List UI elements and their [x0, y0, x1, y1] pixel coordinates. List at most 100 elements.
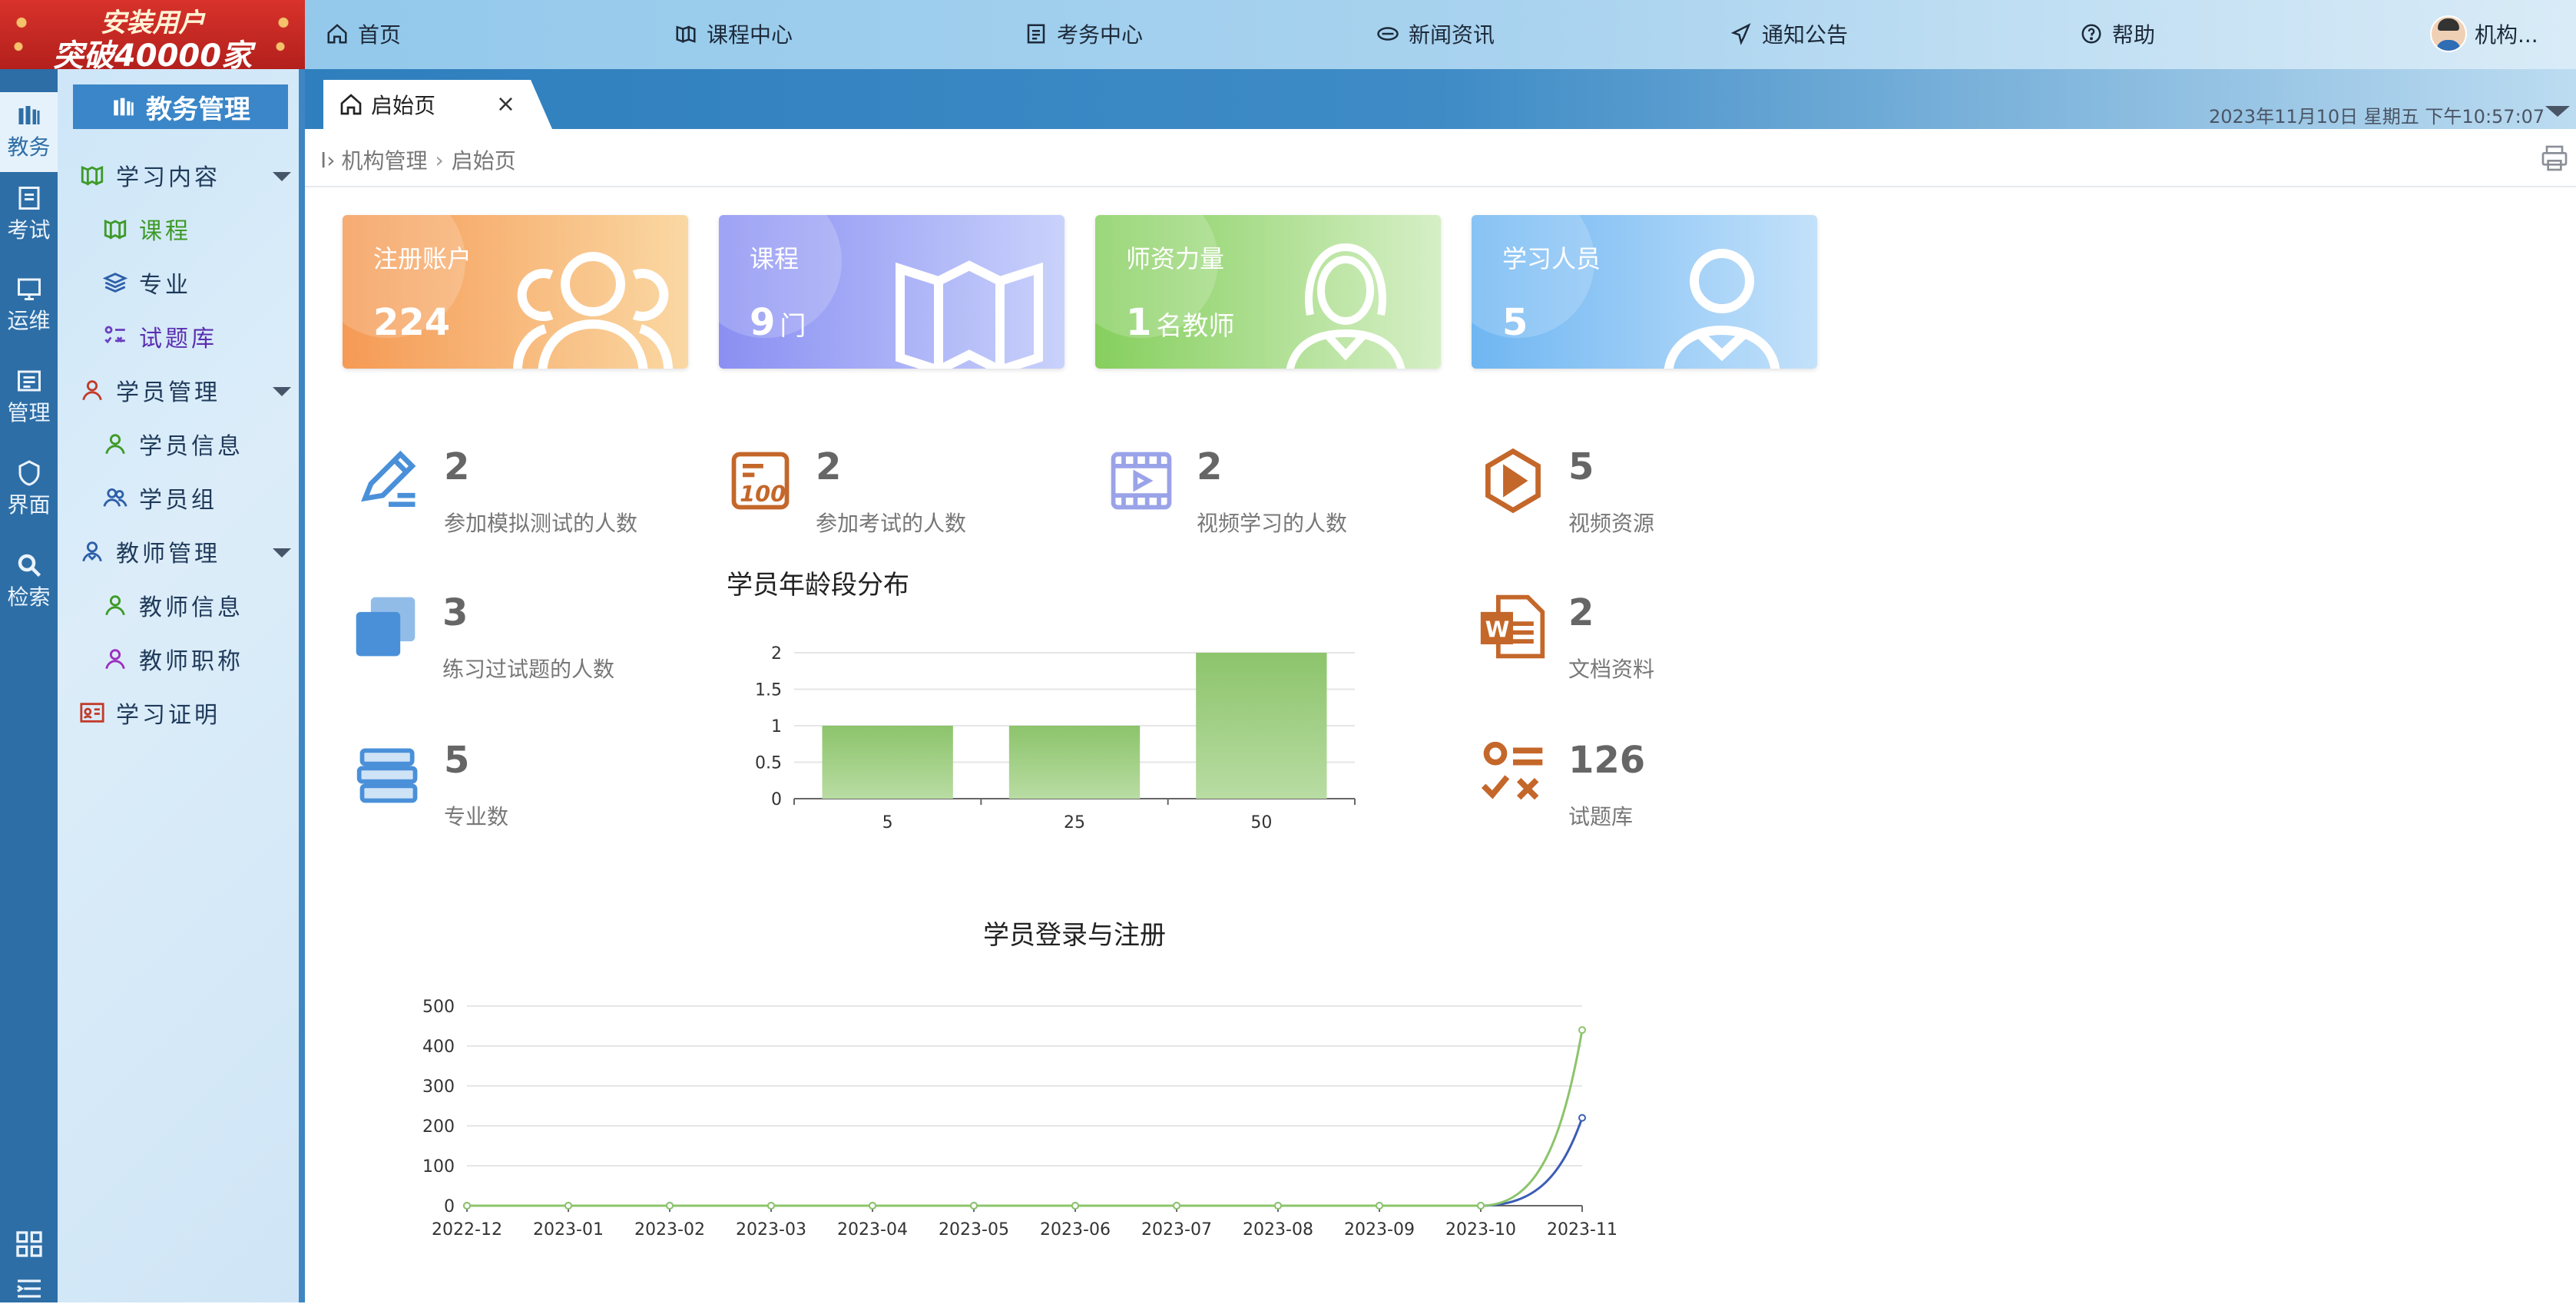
book-icon — [676, 25, 696, 43]
data-point — [767, 1202, 775, 1210]
card-registered-accounts[interactable]: 注册账户 224 — [343, 215, 688, 369]
rail-item-manage[interactable]: 管理 — [0, 358, 58, 438]
rail-label: 教务 — [7, 134, 51, 160]
play-icon — [1485, 448, 1541, 514]
menu-item-teacher-info[interactable]: 教师信息 — [102, 588, 243, 622]
ui-shield-icon — [18, 460, 39, 486]
nav-exam-center[interactable]: 考务中心 — [1025, 17, 1143, 51]
teacher-badge-icon — [105, 649, 125, 670]
breadcrumb-item[interactable]: 机构管理 — [341, 144, 427, 175]
avatar — [2430, 15, 2467, 52]
data-point — [869, 1202, 876, 1210]
data-point — [1477, 1202, 1485, 1210]
breadcrumb: I› 机构管理 › 启始页 — [320, 144, 516, 175]
monitor-icon — [17, 278, 41, 300]
menu-item-label: 教师职称 — [139, 648, 243, 675]
notice-icon — [1730, 23, 1751, 45]
chevron-down-icon[interactable] — [273, 172, 291, 181]
nav-home-label: 首页 — [358, 22, 402, 48]
nav-news[interactable]: 新闻资讯 — [1376, 17, 1495, 51]
stat-documents: W 2 文档资料 — [1478, 591, 1785, 699]
print-icon[interactable] — [2539, 143, 2570, 174]
copy-icon — [356, 597, 416, 657]
card-teachers[interactable]: 师资力量 1 名教师 — [1095, 215, 1441, 369]
card-courses[interactable]: 课程 9门 — [719, 215, 1065, 369]
menu-item-question-bank[interactable]: 试题库 — [102, 319, 217, 353]
menu-item-course[interactable]: 课程 — [102, 212, 191, 246]
rail-label: 考试 — [7, 217, 51, 243]
teacher-info-icon — [105, 595, 125, 616]
list-icon — [17, 370, 41, 392]
x-tick-label: 2023-09 — [1344, 1220, 1415, 1239]
tab-start-page[interactable]: 启始页 × — [323, 80, 552, 129]
nav-notice-label: 通知公告 — [1762, 22, 1849, 48]
grid-icon[interactable] — [14, 1229, 45, 1259]
menu-group-learning-content[interactable]: 学习内容 — [79, 158, 220, 192]
stat-mock-test: 2 参加模拟测试的人数 — [353, 445, 661, 553]
rail-item-search[interactable]: 检索 — [0, 542, 58, 622]
score-100-icon: 100 — [731, 452, 790, 510]
card-value: 1 名教师 — [1126, 301, 1234, 344]
stat-value: 2 — [816, 445, 842, 488]
breadcrumb-item: 启始页 — [451, 148, 516, 174]
y-tick-label: 0 — [771, 790, 782, 809]
rail-item-academic[interactable]: 教务 — [0, 92, 58, 172]
chevron-down-icon[interactable] — [273, 548, 291, 558]
data-point — [970, 1202, 978, 1210]
y-tick-label: 400 — [422, 1038, 455, 1057]
x-tick-label: 2022-12 — [432, 1220, 502, 1239]
y-tick-label: 500 — [422, 998, 455, 1017]
menu-group-label: 学员管理 — [116, 379, 220, 406]
promo-banner[interactable]: 安装用户 突破40000家 — [0, 0, 305, 74]
card-value: 5 — [1502, 301, 1532, 344]
nav-course-center-label: 课程中心 — [707, 22, 793, 48]
chevron-down-icon[interactable] — [273, 387, 291, 396]
tabs-dropdown-icon[interactable] — [2545, 106, 2570, 117]
rail-label: 检索 — [7, 584, 51, 610]
nav-home[interactable]: 首页 — [326, 17, 401, 51]
data-point — [1578, 1026, 1586, 1034]
menu-item-student-info[interactable]: 学员信息 — [102, 427, 243, 461]
menu-group-student-management[interactable]: 学员管理 — [79, 373, 220, 407]
nav-course-center[interactable]: 课程中心 — [674, 17, 793, 51]
tab-label: 启始页 — [371, 93, 436, 118]
users-icon — [513, 252, 673, 369]
close-icon[interactable]: × — [496, 91, 515, 117]
x-tick-label: 25 — [1064, 813, 1085, 832]
nav-help[interactable]: 帮助 — [2080, 17, 2155, 51]
search-icon — [18, 554, 41, 578]
rail-label: 界面 — [7, 492, 51, 518]
breadcrumb-bar: I› 机构管理 › 启始页 — [305, 129, 2576, 187]
menu-item-label: 试题库 — [139, 326, 217, 352]
menu-group-teacher-management[interactable]: 教师管理 — [79, 535, 220, 568]
menu-group-certificate[interactable]: 学习证明 — [79, 696, 220, 730]
stat-exam-takers: 100 2 参加考试的人数 — [725, 445, 1032, 553]
menu-item-major[interactable]: 专业 — [102, 266, 191, 300]
open-book-icon — [81, 165, 104, 186]
bar — [822, 726, 953, 799]
menu-title[interactable]: 教务管理 — [73, 84, 288, 129]
menu-item-label: 学员信息 — [139, 433, 243, 460]
menu-group-label: 教师管理 — [116, 541, 220, 568]
y-tick-label: 200 — [422, 1117, 455, 1137]
card-value: 9门 — [750, 301, 806, 344]
breadcrumb-separator: › — [435, 147, 444, 173]
student-icon — [82, 380, 102, 401]
menu-item-teacher-title[interactable]: 教师职称 — [102, 642, 243, 676]
nav-notice[interactable]: 通知公告 — [1730, 17, 1848, 51]
card-value-number: 224 — [373, 301, 451, 344]
menu-item-student-group[interactable]: 学员组 — [102, 481, 217, 515]
books-icon — [18, 106, 39, 124]
rail-item-ui[interactable]: 界面 — [0, 450, 58, 530]
stat-label: 文档资料 — [1568, 657, 1655, 682]
rail-item-ops[interactable]: 运维 — [0, 266, 58, 346]
stat-value: 2 — [1568, 591, 1594, 634]
card-learners[interactable]: 学习人员 5 — [1472, 215, 1817, 369]
side-menu: 教务管理 学习内容 课程 专业 试题库 学员管理 学员信息 学员组 教师管理 教… — [58, 69, 305, 1302]
user-menu[interactable]: 机构... — [2430, 15, 2538, 52]
rail-item-exam[interactable]: 考试 — [0, 175, 58, 255]
card-value-unit: 名教师 — [1156, 311, 1235, 342]
collapse-menu-icon[interactable] — [14, 1273, 45, 1304]
stat-label: 参加考试的人数 — [816, 511, 967, 536]
x-tick-label: 2023-05 — [939, 1220, 1009, 1239]
